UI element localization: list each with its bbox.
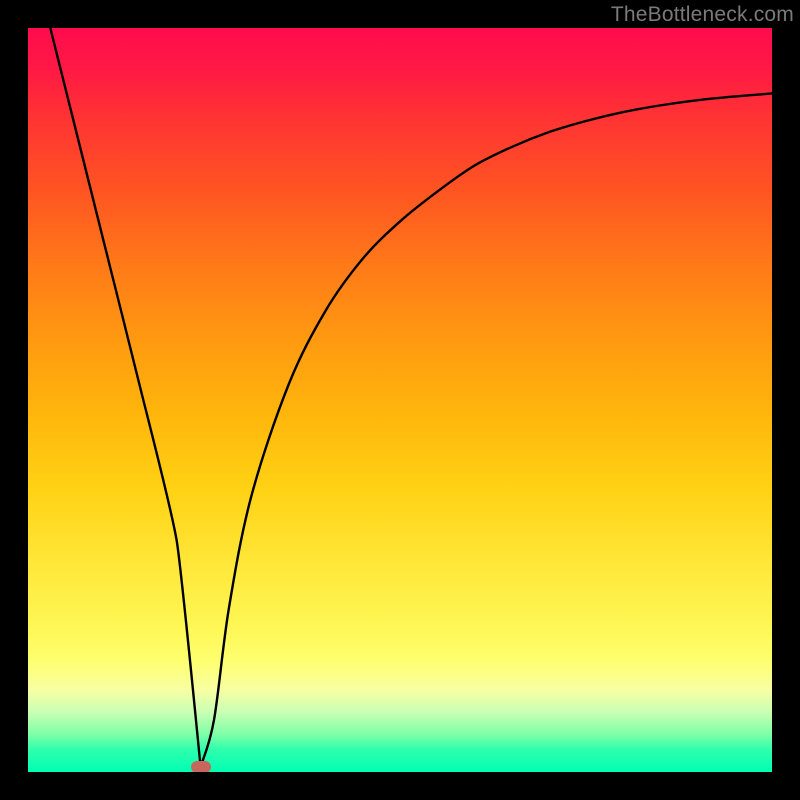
watermark-text: TheBottleneck.com xyxy=(611,3,794,27)
optimum-marker xyxy=(191,761,211,772)
plot-area xyxy=(28,28,772,772)
curve-line xyxy=(50,28,772,767)
bottleneck-curve xyxy=(28,28,772,772)
chart-frame: TheBottleneck.com xyxy=(0,0,800,800)
